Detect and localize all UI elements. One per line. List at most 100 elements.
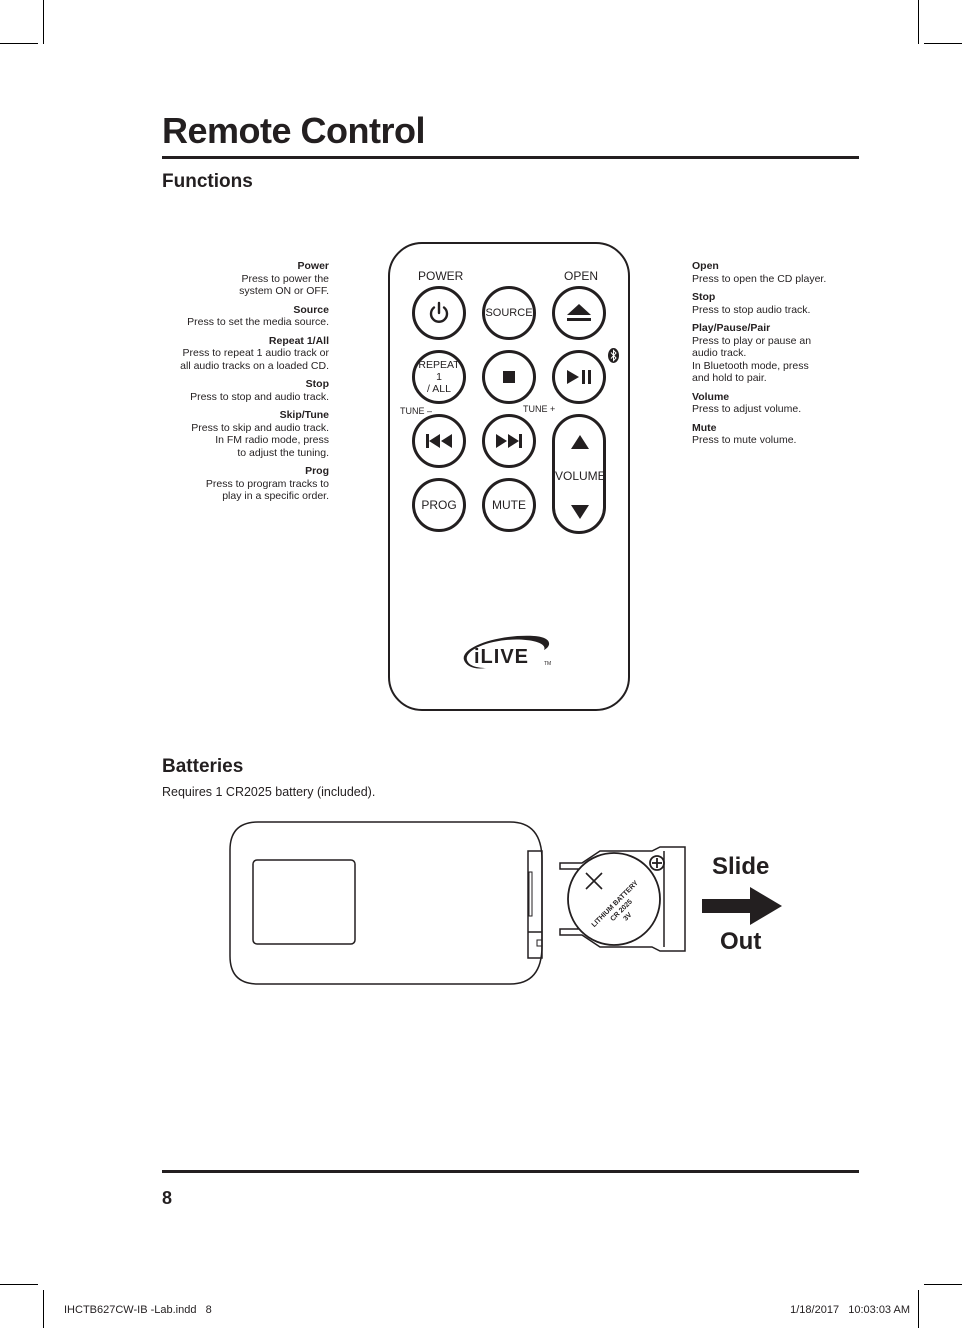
triangle-up-icon[interactable]	[571, 435, 589, 449]
open-label: OPEN	[564, 269, 599, 283]
function-name: Source	[293, 303, 329, 316]
right-function-list: Open Press to open the CD player. Stop P…	[692, 260, 852, 453]
function-repeat: Repeat 1/All Press to repeat 1 audio tra…	[160, 335, 329, 373]
function-name: Prog	[305, 465, 329, 477]
function-desc: system ON or OFF.	[239, 285, 329, 297]
remote-back-illustration	[229, 821, 543, 985]
skip-forward-icon	[496, 434, 522, 448]
function-desc: audio track.	[692, 347, 747, 359]
repeat-label-line1: REPEAT 1	[418, 359, 460, 383]
function-volume: Volume Press to adjust volume.	[692, 391, 852, 416]
function-skip-tune: Skip/Tune Press to skip and audio track.…	[160, 409, 329, 459]
power-label: POWER	[418, 269, 464, 283]
crop-mark	[0, 43, 38, 44]
function-source: Source Press to set the media source.	[160, 304, 329, 329]
function-desc: and hold to pair.	[692, 372, 767, 384]
bluetooth-icon	[608, 348, 619, 363]
function-desc: Press to mute volume.	[692, 434, 797, 446]
function-desc: Press to open the CD player.	[692, 272, 827, 285]
function-prog: Prog Press to program tracks to play in …	[160, 465, 329, 503]
crop-mark	[43, 0, 44, 44]
slug-timestamp: 1/18/2017 10:03:03 AM	[790, 1304, 910, 1316]
tune-plus-label: TUNE +	[523, 404, 556, 414]
function-desc: Press to skip and audio track.	[191, 421, 329, 434]
function-stop: Stop Press to stop audio track.	[692, 291, 852, 316]
batteries-text: Requires 1 CR2025 battery (included).	[162, 785, 376, 799]
function-desc: Press to stop audio track.	[692, 303, 811, 316]
skip-back-icon	[426, 434, 452, 448]
function-desc: Press to program tracks to	[205, 477, 329, 490]
source-button[interactable]: SOURCE	[482, 286, 536, 340]
out-label: Out	[720, 928, 762, 955]
play-pause-icon	[567, 370, 591, 384]
slug-filename: IHCTB627CW-IB -Lab.indd 8	[64, 1304, 212, 1316]
function-desc: Press to repeat 1 audio track or	[182, 347, 330, 359]
arrow-right-icon	[702, 887, 782, 925]
slide-label: Slide	[712, 853, 770, 880]
open-button[interactable]	[552, 286, 606, 340]
mute-button[interactable]: MUTE	[482, 478, 536, 532]
function-name: Play/Pause/Pair	[692, 322, 771, 334]
function-name: Volume	[692, 390, 730, 403]
function-desc: Press to power the	[241, 272, 329, 285]
play-pause-button[interactable]	[552, 350, 606, 404]
crop-mark	[0, 1284, 38, 1285]
footer-rule	[162, 1170, 859, 1173]
crop-mark	[43, 1290, 44, 1328]
function-desc: play in a specific order.	[222, 490, 329, 502]
tune-minus-label: TUNE –	[400, 406, 433, 416]
function-desc: Press to set the media source.	[187, 316, 329, 328]
stop-icon	[503, 371, 515, 383]
crop-mark	[924, 43, 962, 44]
logo-tm: TM	[544, 661, 551, 667]
eject-icon	[567, 304, 591, 321]
triangle-down-icon[interactable]	[571, 505, 589, 519]
function-power: Power Press to power the system ON or OF…	[160, 260, 329, 298]
page-number: 8	[162, 1188, 173, 1208]
volume-label: VOLUME	[555, 469, 606, 483]
battery-tray-illustration: LITHIUM BATTERY CR 2025 3V	[559, 846, 686, 952]
function-desc: Press to stop and audio track.	[190, 390, 329, 403]
crop-mark	[918, 0, 919, 44]
batteries-heading: Batteries	[162, 756, 244, 777]
prog-button[interactable]: PROG	[412, 478, 466, 532]
prog-label: PROG	[421, 497, 457, 512]
functions-heading: Functions	[162, 171, 253, 192]
function-desc: all audio tracks on a loaded CD.	[180, 359, 329, 372]
function-play-pause-pair: Play/Pause/Pair Press to play or pause a…	[692, 322, 852, 385]
function-desc: In FM radio mode, press	[215, 434, 329, 446]
logo-text: iLIVE	[474, 646, 529, 668]
function-desc: to adjust the tuning.	[237, 446, 329, 459]
function-name: Stop	[692, 291, 716, 303]
left-function-list: Power Press to power the system ON or OF…	[160, 260, 329, 509]
power-icon	[429, 301, 449, 323]
mute-label: MUTE	[492, 497, 526, 512]
skip-forward-button[interactable]	[482, 414, 536, 468]
ilive-logo: iLIVE TM	[463, 635, 551, 669]
function-desc: Press to adjust volume.	[692, 403, 802, 415]
function-name: Open	[692, 260, 719, 272]
repeat-label-line2: / ALL	[427, 383, 451, 395]
function-open: Open Press to open the CD player.	[692, 260, 852, 285]
page-title: Remote Control	[162, 110, 426, 151]
function-name: Stop	[305, 378, 329, 390]
function-name: Mute	[692, 421, 717, 434]
function-desc: In Bluetooth mode, press	[692, 359, 809, 372]
skip-back-button[interactable]	[412, 414, 466, 468]
power-button[interactable]	[412, 286, 466, 340]
source-label: SOURCE	[485, 306, 533, 319]
crop-mark	[924, 1284, 962, 1285]
title-rule	[162, 156, 859, 159]
stop-button[interactable]	[482, 350, 536, 404]
function-name: Skip/Tune	[279, 409, 329, 421]
crop-mark	[918, 1290, 919, 1328]
function-stop: Stop Press to stop and audio track.	[160, 378, 329, 403]
volume-rocker[interactable]: VOLUME	[552, 414, 606, 534]
repeat-label: REPEAT 1 / ALL	[415, 359, 463, 395]
remote-illustration: POWER OPEN SOURCE REPEAT 1 / ALL TUNE – …	[388, 242, 630, 711]
function-name: Power	[297, 260, 329, 272]
function-name: Repeat 1/All	[268, 334, 329, 347]
function-mute: Mute Press to mute volume.	[692, 422, 852, 447]
function-desc: Press to play or pause an	[692, 334, 812, 347]
repeat-button[interactable]: REPEAT 1 / ALL	[412, 350, 466, 404]
